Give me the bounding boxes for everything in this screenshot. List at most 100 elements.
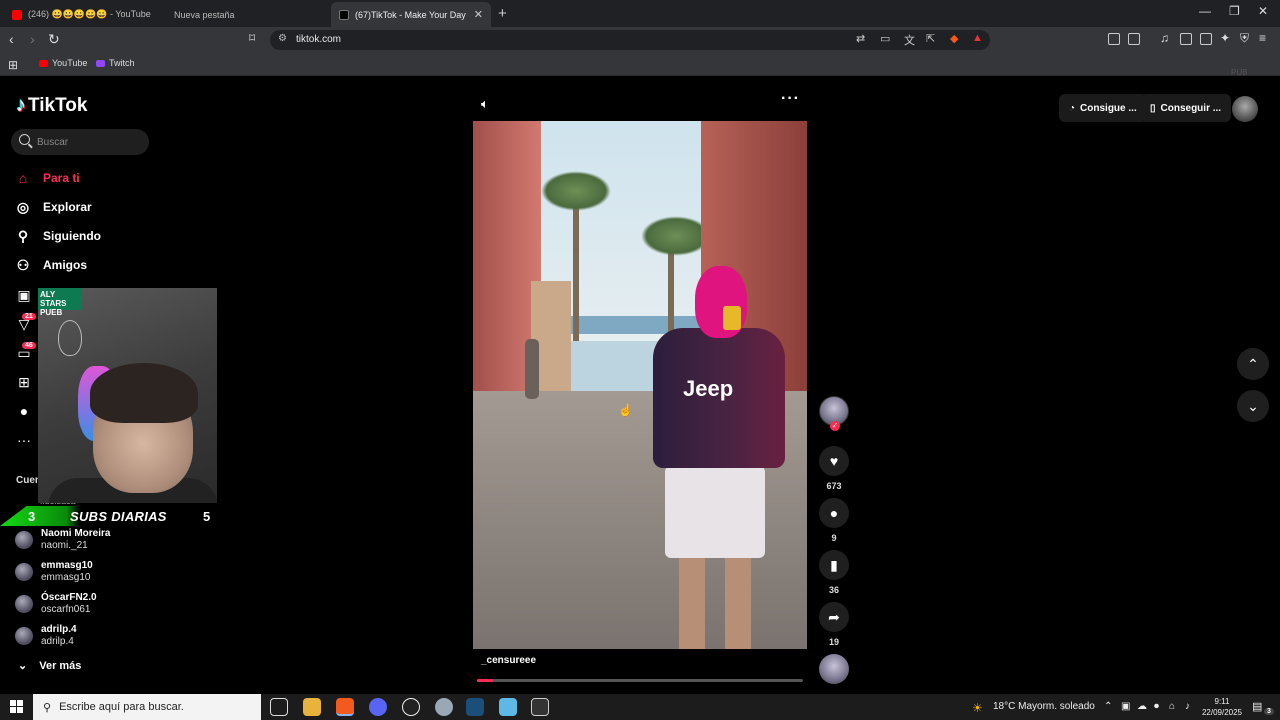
nav-siguiendo[interactable]: ⚲ Siguiendo	[15, 228, 101, 244]
account-item[interactable]: emmasg10 emmasg10	[15, 560, 93, 584]
task-view-icon[interactable]	[270, 698, 288, 716]
save-button[interactable]: ▮	[819, 550, 849, 580]
youtube-icon	[12, 9, 22, 20]
language-icon[interactable]: 文	[904, 32, 915, 48]
wallet-icon[interactable]	[1200, 33, 1212, 45]
pub-label: PUB	[1231, 68, 1248, 77]
tab-new[interactable]: Nueva pestaña	[166, 2, 326, 27]
app-icon[interactable]	[435, 698, 453, 716]
creator-avatar[interactable]: ✓	[819, 396, 849, 431]
windows-start-icon[interactable]	[10, 700, 23, 713]
video-player[interactable]: Jeep	[473, 121, 807, 649]
notifications-icon[interactable]: ▤	[1252, 700, 1262, 713]
volume-icon[interactable]: ♪	[1185, 701, 1190, 712]
upload-icon[interactable]: ⊞	[16, 374, 32, 390]
restore-button[interactable]: ❐	[1229, 4, 1240, 18]
more-icon[interactable]: ···	[16, 432, 32, 448]
new-tab-button[interactable]: +	[498, 5, 507, 22]
site-settings-icon[interactable]: ⚙	[278, 33, 287, 44]
taskbar-search[interactable]: ⚲ Escribe aquí para buscar.	[33, 694, 261, 720]
browser-toolbar: ‹ › ↻ ⌑ ⚙ tiktok.com ⇄ ▭ 文 ⇱ ◆ ▲ ♫ ✦ ⛨ ≡	[0, 27, 1280, 53]
video-progress-bar[interactable]	[477, 679, 803, 682]
profile-avatar[interactable]: ●	[16, 403, 32, 419]
network-icon[interactable]: ⌂	[1169, 701, 1175, 712]
logo-text: TikTok	[28, 94, 88, 116]
next-video-button[interactable]: ⌄	[1237, 390, 1269, 422]
menu-icon[interactable]: ≡	[1259, 31, 1266, 45]
close-tab-icon[interactable]: ✕	[474, 8, 483, 21]
close-window-button[interactable]: ✕	[1258, 4, 1268, 18]
brave-browser-icon[interactable]	[336, 698, 354, 716]
weather-text[interactable]: 18°C Mayorm. soleado	[993, 701, 1095, 712]
bookmark-twitch[interactable]: Twitch	[96, 58, 135, 68]
extensions-icon[interactable]	[1108, 33, 1120, 45]
phone	[723, 306, 741, 330]
tray-expand-icon[interactable]: ⌃	[1104, 701, 1112, 712]
video-progress-fill	[477, 679, 494, 682]
minimize-button[interactable]: —	[1199, 4, 1211, 18]
get-coins-button[interactable]: ◔ Consigue ...	[1059, 94, 1147, 122]
nav-para-ti[interactable]: ⌂ Para ti	[15, 170, 80, 186]
reload-icon[interactable]: ↻	[48, 31, 60, 48]
nav-amigos[interactable]: ⚇ Amigos	[15, 257, 87, 273]
leg	[725, 556, 751, 649]
tab-youtube[interactable]: (246) 😀😀😀😀😀 - YouTube	[4, 2, 164, 27]
user-avatar[interactable]	[1232, 96, 1258, 122]
sidebar-icon[interactable]	[1180, 33, 1192, 45]
volume-icon[interactable]: 🔈︎	[481, 96, 489, 112]
video-author[interactable]: _censureee	[481, 655, 536, 666]
comment-button[interactable]: ●	[819, 498, 849, 528]
tab-tiktok[interactable]: (67)TikTok - Make Your Day ✕	[331, 2, 491, 27]
avatar	[15, 531, 33, 549]
alien-graffiti	[58, 320, 82, 356]
discord-icon[interactable]	[369, 698, 387, 716]
translate-icon[interactable]: ⇄	[856, 32, 865, 45]
search-input[interactable]	[37, 133, 137, 151]
youtube-icon	[39, 59, 48, 67]
tiktok-logo[interactable]: ♪ TikTok	[16, 94, 87, 117]
epic-games-icon[interactable]	[531, 698, 549, 716]
follow-icon[interactable]: ✓	[830, 421, 840, 431]
file-explorer-icon[interactable]	[303, 698, 321, 716]
previous-video-button[interactable]: ⌃	[1237, 348, 1269, 380]
app-icon[interactable]	[499, 698, 517, 716]
obs-icon[interactable]	[402, 698, 420, 716]
cloud-icon[interactable]: ☁	[1137, 701, 1147, 712]
share-icon[interactable]: ⇱	[926, 32, 935, 45]
more-options-icon[interactable]: ···	[781, 90, 800, 108]
leo-ai-icon[interactable]: ✦	[1220, 31, 1230, 45]
chevron-up-icon: ⌃	[1247, 355, 1259, 372]
tray-app-icon[interactable]: ▣	[1121, 701, 1130, 712]
media-icon[interactable]: ♫	[1160, 31, 1169, 45]
brave-shield-icon[interactable]: ◆	[950, 32, 958, 45]
steam-icon[interactable]	[466, 698, 484, 716]
like-button[interactable]: ♥	[819, 446, 849, 476]
bookmark-icon[interactable]: ⌑	[249, 31, 255, 45]
twitch-icon	[96, 59, 105, 67]
see-more-label: Ver más	[39, 659, 82, 672]
tiktok-page: ♪ TikTok ⌂ Para ti ◎ Explorar ⚲ Siguiend…	[0, 68, 1280, 694]
live-icon[interactable]: ▣	[16, 287, 32, 303]
account-item[interactable]: Naomi Moreira naomi._21	[15, 528, 110, 552]
apps-grid-icon[interactable]: ⊞	[8, 58, 18, 72]
search-icon[interactable]	[19, 134, 30, 145]
back-icon[interactable]: ‹	[9, 31, 14, 47]
brave-rewards-icon[interactable]: ▲	[972, 32, 983, 44]
tab-title: (246) 😀😀😀😀😀 - YouTube	[28, 9, 151, 19]
system-clock[interactable]: 9:11 22/09/2025	[1200, 696, 1244, 718]
account-item[interactable]: ÓscarFN2.0 oscarfn061	[15, 592, 97, 616]
bookmark-youtube[interactable]: YouTube	[39, 58, 87, 68]
cast-icon[interactable]: ▭	[880, 32, 890, 45]
forward-icon[interactable]: ›	[30, 31, 35, 47]
get-app-button[interactable]: ▯ Conseguir ...	[1140, 94, 1232, 122]
reader-icon[interactable]	[1128, 33, 1140, 45]
account-item[interactable]: adrilp.4 adrilp.4	[15, 624, 77, 648]
vpn-icon[interactable]: ⛨	[1240, 31, 1249, 46]
sound-disc-avatar[interactable]	[819, 654, 849, 684]
comment-icon: ●	[829, 505, 839, 521]
address-bar[interactable]: ⚙ tiktok.com ⇄ ▭ 文 ⇱ ◆ ▲	[270, 30, 990, 50]
share-button[interactable]: ➦	[819, 602, 849, 632]
microphone-icon[interactable]: ⏺	[1154, 701, 1159, 712]
nav-explorar[interactable]: ◎ Explorar	[15, 199, 92, 215]
see-more-button[interactable]: ⌄ Ver más	[18, 659, 82, 673]
